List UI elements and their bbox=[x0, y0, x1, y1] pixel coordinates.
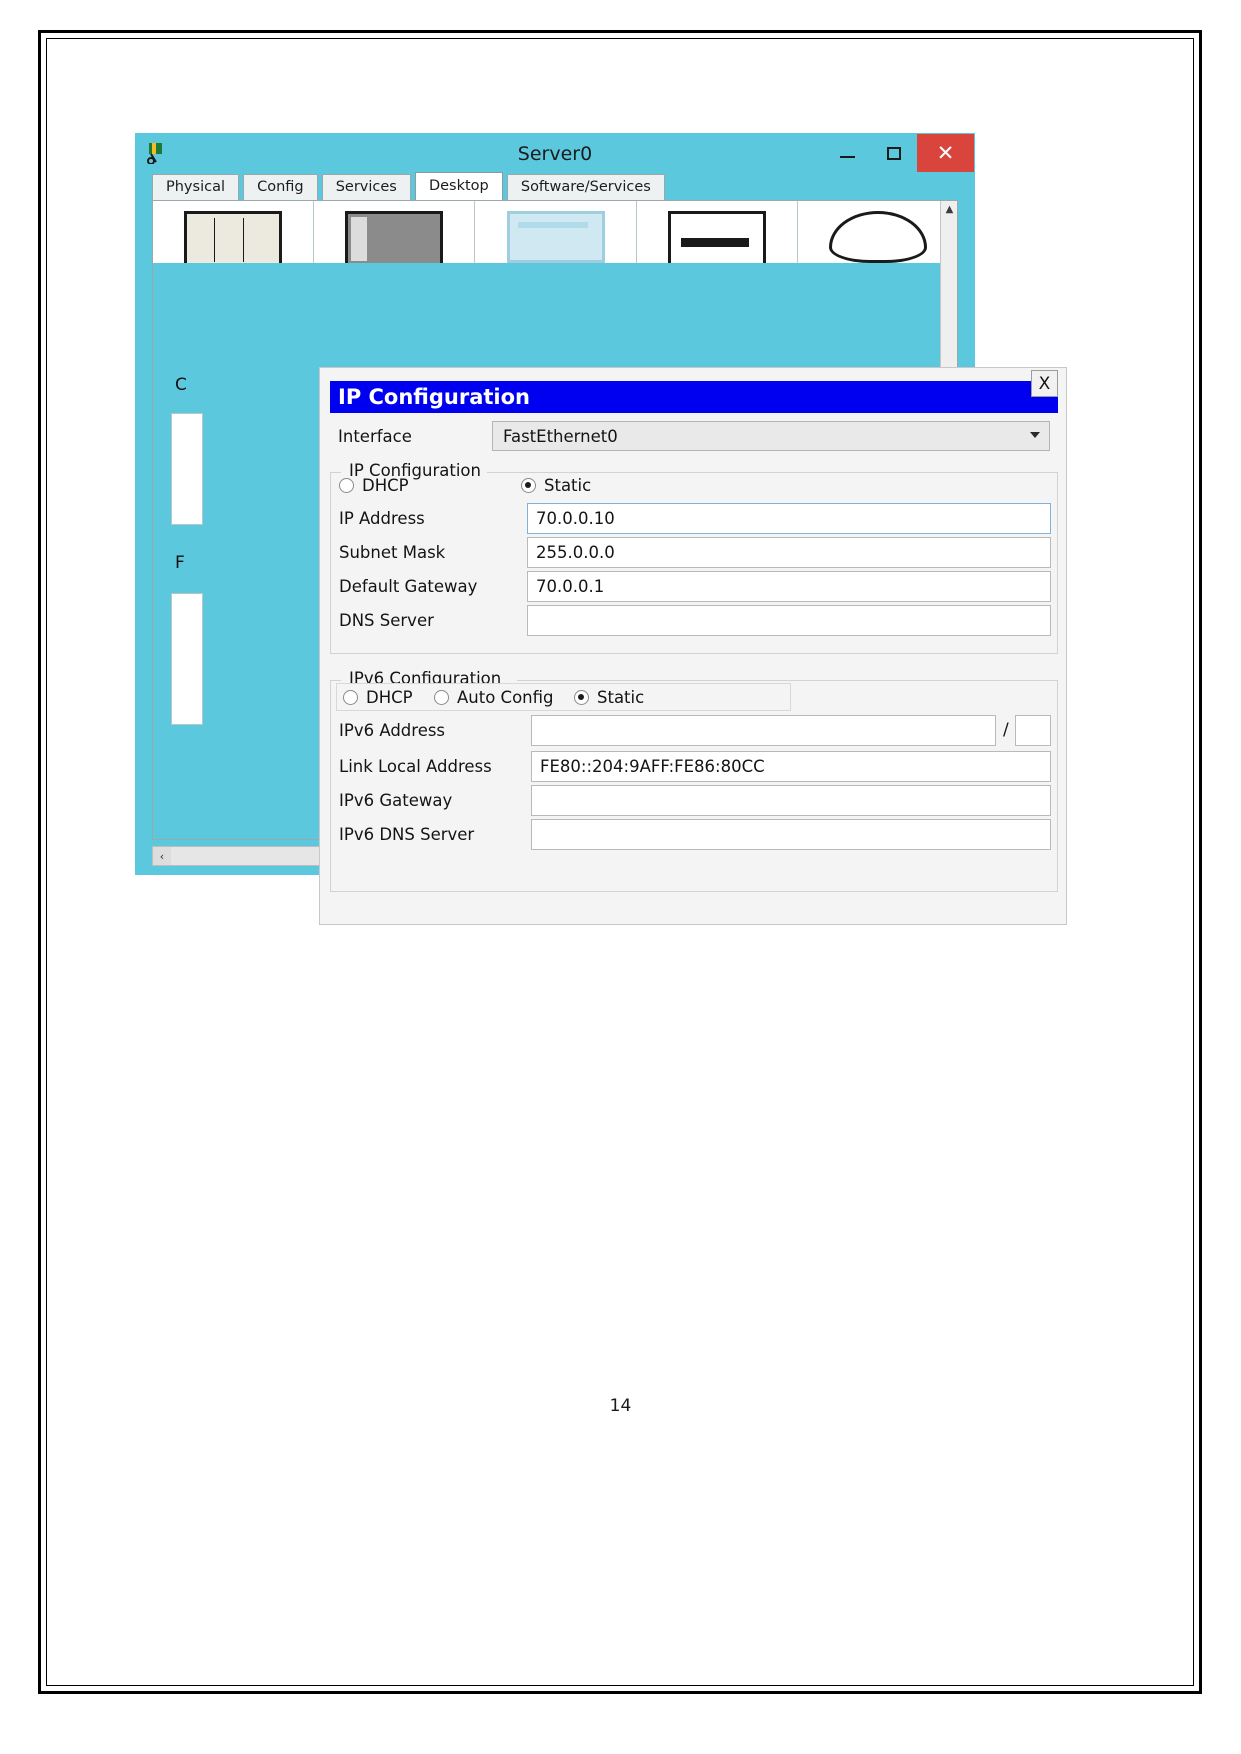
dns-server-input[interactable] bbox=[527, 605, 1051, 636]
tab-physical[interactable]: Physical bbox=[152, 174, 239, 200]
ipv6-dns-server-input[interactable] bbox=[531, 819, 1051, 850]
subnet-mask-label: Subnet Mask bbox=[339, 543, 446, 562]
ip-address-label: IP Address bbox=[339, 509, 425, 528]
document-page: Server0 ✕ Physical Config Services Deskt… bbox=[0, 0, 1241, 1754]
bg-label-c: C bbox=[175, 375, 187, 395]
bg-panel-left-1 bbox=[171, 413, 203, 525]
default-gateway-label: Default Gateway bbox=[339, 577, 478, 596]
ip-address-value: 70.0.0.10 bbox=[536, 509, 615, 528]
dialog-close-button[interactable]: X bbox=[1031, 370, 1058, 397]
ipv6-mode-row: DHCP Auto Config Static bbox=[331, 680, 1057, 714]
terminal-icon bbox=[506, 211, 605, 263]
subnet-mask-input[interactable]: 255.0.0.0 bbox=[527, 537, 1051, 568]
scroll-up-icon[interactable]: ▲ bbox=[941, 201, 957, 218]
bg-label-f: F bbox=[175, 553, 185, 573]
ipv4-static-radio[interactable]: Static bbox=[521, 476, 591, 495]
ipv6-dhcp-radio[interactable]: DHCP bbox=[343, 688, 413, 707]
dns-server-row: DNS Server bbox=[331, 604, 1057, 638]
ipv6-dns-server-label: IPv6 DNS Server bbox=[339, 825, 475, 844]
close-icon: ✕ bbox=[936, 140, 955, 165]
dial-up-icon bbox=[345, 211, 444, 269]
maximize-button[interactable] bbox=[871, 134, 917, 172]
ipv6-address-label: IPv6 Address bbox=[339, 721, 446, 740]
interface-row: Interface FastEthernet0 bbox=[330, 420, 1058, 456]
radio-circle-icon bbox=[574, 690, 589, 705]
ip-configuration-tile[interactable] bbox=[153, 201, 315, 269]
ipv6-address-row: IPv6 Address / bbox=[331, 714, 1057, 750]
tab-desktop[interactable]: Desktop bbox=[414, 172, 503, 200]
subnet-mask-row: Subnet Mask 255.0.0.0 bbox=[331, 536, 1057, 570]
interface-label: Interface bbox=[338, 427, 412, 446]
ipv6-static-radio[interactable]: Static bbox=[574, 688, 644, 707]
dialog-title: IP Configuration bbox=[338, 385, 530, 409]
interface-select[interactable]: FastEthernet0 bbox=[492, 421, 1050, 451]
ipv6-dhcp-label: DHCP bbox=[366, 688, 413, 707]
ip-address-input[interactable]: 70.0.0.10 bbox=[527, 503, 1051, 534]
page-number: 14 bbox=[609, 1396, 632, 1416]
ipv6-address-input[interactable] bbox=[531, 715, 996, 746]
link-local-address-value: FE80::204:9AFF:FE86:80CC bbox=[540, 757, 765, 776]
ip-configuration-dialog: IP Configuration X Interface FastEtherne… bbox=[319, 367, 1067, 925]
tab-services[interactable]: Services bbox=[321, 174, 411, 200]
dns-server-label: DNS Server bbox=[339, 611, 434, 630]
tab-config[interactable]: Config bbox=[243, 174, 318, 200]
command-prompt-tile[interactable] bbox=[636, 201, 798, 269]
dialog-body: Interface FastEthernet0 IP Configuration bbox=[330, 420, 1058, 914]
ipv6-gateway-input[interactable] bbox=[531, 785, 1051, 816]
packet-tracer-device-window: Server0 ✕ Physical Config Services Deskt… bbox=[136, 134, 1067, 925]
radio-circle-icon bbox=[521, 478, 536, 493]
link-local-address-label: Link Local Address bbox=[339, 757, 492, 776]
default-gateway-input[interactable]: 70.0.0.1 bbox=[527, 571, 1051, 602]
tab-software-services[interactable]: Software/Services bbox=[506, 174, 665, 200]
ipv4-dhcp-radio[interactable]: DHCP bbox=[339, 476, 409, 495]
radio-circle-icon bbox=[343, 690, 358, 705]
window-title-bar: Server0 ✕ bbox=[136, 134, 974, 174]
bg-panel-left-2 bbox=[171, 593, 203, 725]
subnet-mask-value: 255.0.0.0 bbox=[536, 543, 615, 562]
tab-strip: Physical Config Services Desktop Softwar… bbox=[136, 172, 974, 200]
dial-up-tile[interactable] bbox=[314, 201, 476, 269]
ipv6-prefix-separator: / bbox=[1003, 720, 1009, 740]
ipv6-static-label: Static bbox=[597, 688, 645, 707]
ipv6-configuration-group: IPv6 Configuration DHCP Auto Config Stat… bbox=[330, 669, 1058, 892]
scroll-left-icon[interactable]: ‹ bbox=[153, 847, 171, 865]
radio-circle-icon bbox=[339, 478, 354, 493]
desktop-icon-row bbox=[153, 201, 957, 269]
close-window-button[interactable]: ✕ bbox=[917, 134, 974, 172]
maximize-icon bbox=[887, 146, 901, 160]
ipv6-prefix-input[interactable] bbox=[1015, 715, 1051, 746]
link-local-address-row: Link Local Address FE80::204:9AFF:FE86:8… bbox=[331, 750, 1057, 784]
ipv4-dhcp-label: DHCP bbox=[362, 476, 409, 495]
command-prompt-icon bbox=[667, 211, 766, 269]
ipv4-mode-row: DHCP Static bbox=[331, 472, 1057, 502]
terminal-tile[interactable] bbox=[475, 201, 637, 263]
default-gateway-value: 70.0.0.1 bbox=[536, 577, 605, 596]
ip-configuration-icon bbox=[184, 211, 283, 269]
ipv4-configuration-group: IP Configuration DHCP Static IP Address bbox=[330, 461, 1058, 654]
link-local-address-input[interactable]: FE80::204:9AFF:FE86:80CC bbox=[531, 751, 1051, 782]
ipv6-auto-config-label: Auto Config bbox=[457, 688, 554, 707]
minimize-icon bbox=[839, 156, 855, 158]
ipv6-auto-config-radio[interactable]: Auto Config bbox=[434, 688, 554, 707]
radio-circle-icon bbox=[434, 690, 449, 705]
minimize-button[interactable] bbox=[824, 134, 870, 172]
ipv6-gateway-label: IPv6 Gateway bbox=[339, 791, 453, 810]
ip-address-row: IP Address 70.0.0.10 bbox=[331, 502, 1057, 536]
ipv6-dns-server-row: IPv6 DNS Server bbox=[331, 818, 1057, 852]
interface-value: FastEthernet0 bbox=[503, 427, 618, 446]
ipv6-gateway-row: IPv6 Gateway bbox=[331, 784, 1057, 818]
ipv4-static-label: Static bbox=[544, 476, 592, 495]
dialog-title-bar: IP Configuration bbox=[330, 381, 1058, 413]
chevron-down-icon bbox=[1030, 432, 1040, 438]
web-browser-icon bbox=[828, 211, 927, 263]
default-gateway-row: Default Gateway 70.0.0.1 bbox=[331, 570, 1057, 604]
web-browser-tile[interactable] bbox=[797, 201, 957, 263]
